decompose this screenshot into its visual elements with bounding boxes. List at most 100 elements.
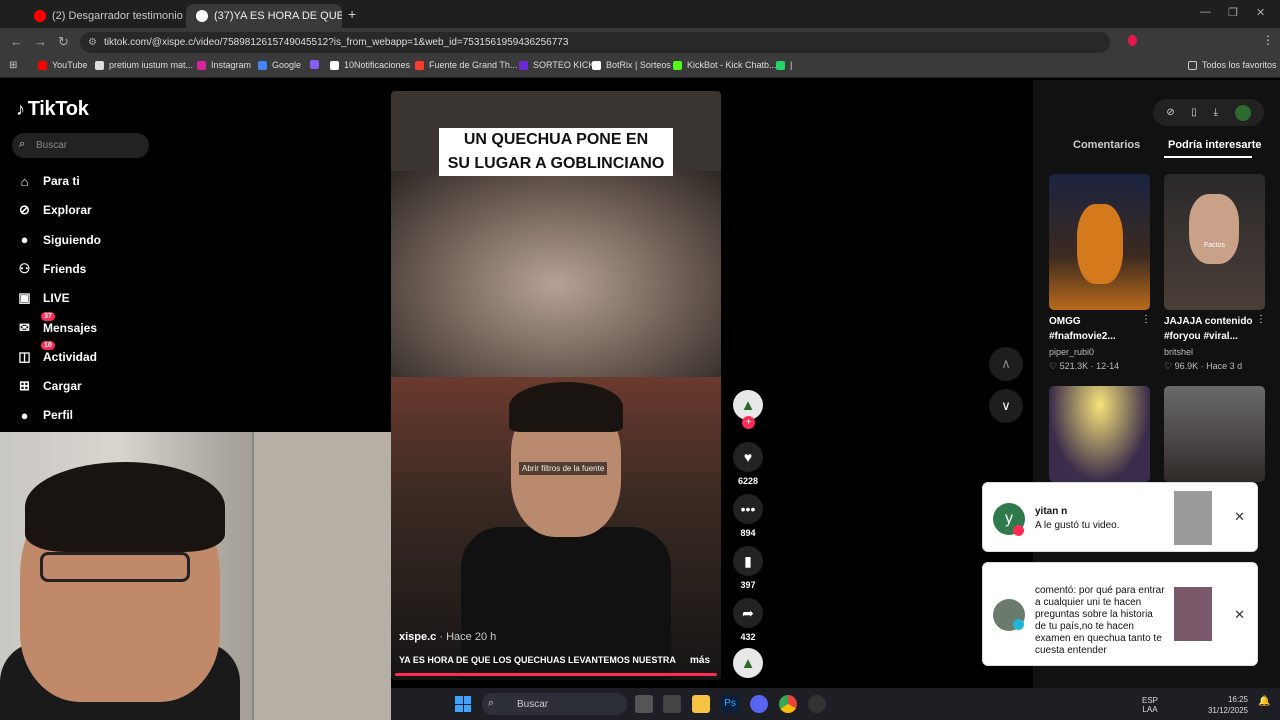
device-icon[interactable]: ▯ <box>1191 107 1197 118</box>
more-options-icon[interactable]: ⋮ <box>1141 314 1151 325</box>
bookmark-favicon-icon <box>330 60 339 70</box>
video-progress-bar[interactable] <box>395 673 717 676</box>
menu-icon[interactable]: ⋮ <box>1262 33 1274 47</box>
close-window-icon[interactable]: ✕ <box>1256 6 1265 19</box>
recommended-thumbnail-3[interactable] <box>1049 386 1150 482</box>
sound-avatar[interactable]: ▲ <box>733 648 763 678</box>
comment-icon: ••• <box>733 494 763 524</box>
comment-notification[interactable]: comentó: por qué para entrar a cualquier… <box>982 562 1258 666</box>
sidebar-item-mensajes[interactable]: ✉ 37 Mensajes <box>16 311 97 339</box>
user-avatar[interactable] <box>1234 104 1251 121</box>
bookmark-item[interactable]: Google <box>258 60 301 70</box>
recommended-user-2[interactable]: britshel <box>1164 347 1193 357</box>
bookmark-favicon-icon <box>776 60 785 70</box>
minimize-icon[interactable]: — <box>1200 6 1211 18</box>
close-icon[interactable]: ✕ <box>1234 607 1245 623</box>
messages-icon: ✉ <box>19 319 30 335</box>
sidebar-item-explorar[interactable]: ⊘ Explorar <box>16 199 92 221</box>
bookmark-item[interactable]: Fuente de Grand Th... <box>415 60 517 70</box>
taskbar-search[interactable]: ⌕ Buscar <box>482 693 627 715</box>
like-button[interactable]: ♥ 6228 <box>733 442 763 486</box>
sidebar-item-para-ti[interactable]: ⌂ Para ti <box>16 170 80 192</box>
recommended-thumbnail-4[interactable] <box>1164 386 1265 482</box>
bookmark-item[interactable]: | <box>776 60 792 70</box>
folder-icon <box>1188 60 1197 70</box>
notification-badge: 10 <box>41 340 55 350</box>
recommended-title-2[interactable]: JAJAJA contenido #foryou #viral... <box>1164 314 1253 344</box>
reload-icon[interactable]: ↻ <box>58 34 69 50</box>
follow-plus-icon[interactable]: + <box>742 416 755 429</box>
tiktok-logo[interactable]: ♪ TikTok <box>16 98 89 121</box>
bookmark-item[interactable]: YouTube <box>38 60 87 70</box>
tab-recommended[interactable]: Podría interesarte <box>1168 139 1262 151</box>
sidebar-item-cargar[interactable]: ⊞ Cargar <box>16 375 82 397</box>
download-icon[interactable]: ⤓ <box>1214 107 1218 118</box>
notification-bell-icon[interactable]: 🔔 <box>1258 696 1270 707</box>
bookmark-item[interactable]: BotRix | Sorteos <box>592 60 671 70</box>
search-icon: ⌕ <box>19 138 26 150</box>
sidebar-item-friends[interactable]: ⚇ Friends <box>16 258 87 280</box>
like-notification[interactable]: y yitan n A le gustó tu video. ✕ <box>982 482 1258 552</box>
browser-tab-youtube[interactable]: (2) Desgarrador testimonio de J ✕ <box>24 4 184 28</box>
bookmark-favicon-icon <box>258 60 267 70</box>
search-input[interactable]: ⌕ Buscar <box>12 133 149 158</box>
windows-start-icon[interactable] <box>455 696 471 712</box>
following-icon: ● <box>20 232 29 248</box>
video-author[interactable]: xispe.c · Hace 20 h <box>399 631 496 643</box>
home-icon: ⌂ <box>20 173 29 189</box>
photoshop-icon[interactable]: Ps <box>721 695 739 713</box>
sidebar-item-perfil[interactable]: ● Perfil <box>16 404 73 426</box>
creator-avatar[interactable]: ▲ + <box>733 390 763 429</box>
site-info-icon[interactable]: ⚙ <box>88 37 97 48</box>
bookmark-item[interactable]: KickBot - Kick Chatb... <box>673 60 777 70</box>
tab-comments[interactable]: Comentarios <box>1073 139 1140 151</box>
tab-title: (37)YA ES HORA DE QUE LOS Q <box>214 10 342 22</box>
bookmark-item[interactable]: SORTEO KICK <box>519 60 594 70</box>
obs-icon[interactable] <box>808 695 826 713</box>
language-indicator[interactable]: ESP LAA <box>1142 696 1158 714</box>
person-hair <box>509 382 623 432</box>
app-icon[interactable] <box>663 695 681 713</box>
video-player[interactable]: UN QUECHUA PONE EN SU LUGAR A GOBLINCIAN… <box>391 91 721 680</box>
bookmark-item[interactable]: 10Notificaciones <box>330 60 410 70</box>
save-button[interactable]: ▮ 397 <box>733 546 763 590</box>
more-link[interactable]: más <box>690 655 710 666</box>
upload-icon: ⊞ <box>19 378 30 394</box>
apps-icon[interactable]: ⊞ <box>9 60 17 71</box>
back-icon[interactable]: ← <box>10 34 23 49</box>
file-explorer-icon[interactable] <box>692 695 710 713</box>
forward-icon[interactable]: → <box>34 34 47 49</box>
bookmark-favicon-icon <box>415 60 424 70</box>
system-clock[interactable]: 16:25 31/12/2025 <box>1204 694 1248 716</box>
sidebar-item-live[interactable]: ▣ LIVE <box>16 287 69 309</box>
next-video-button[interactable]: ∨ <box>989 389 1023 423</box>
sidebar-item-actividad[interactable]: ◫ 10 Actividad <box>16 340 97 368</box>
sidebar-item-siguiendo[interactable]: ● Siguiendo <box>16 229 101 251</box>
compass-icon[interactable]: ⊘ <box>1166 107 1174 118</box>
browser-tab-tiktok[interactable]: (37)YA ES HORA DE QUE LOS Q ✕ <box>186 4 342 28</box>
all-bookmarks-folder[interactable]: Todos los favoritos <box>1188 60 1277 70</box>
chrome-icon[interactable] <box>779 695 797 713</box>
comment-button[interactable]: ••• 894 <box>733 494 763 538</box>
previous-video-button[interactable]: ∧ <box>989 347 1023 381</box>
new-tab-icon[interactable]: + <box>348 6 356 22</box>
more-options-icon[interactable]: ⋮ <box>1256 314 1266 325</box>
bookmark-item[interactable] <box>310 60 324 69</box>
bookmark-item[interactable]: pretium iustum mat... <box>95 60 193 70</box>
maximize-icon[interactable]: ❐ <box>1228 6 1238 19</box>
recommended-title-1[interactable]: OMGG #fnafmovie2... <box>1049 314 1116 344</box>
close-icon[interactable]: ✕ <box>1234 509 1245 525</box>
bookmark-item[interactable]: Instagram <box>197 60 251 70</box>
recommended-thumbnail-2[interactable]: Factos <box>1164 174 1265 310</box>
url-input[interactable]: ⚙ tiktok.com/@xispe.c/video/758981261574… <box>80 32 1110 53</box>
recommended-user-1[interactable]: piper_rubi0 <box>1049 347 1094 357</box>
extension-icon[interactable] <box>1128 35 1137 46</box>
task-view-icon[interactable] <box>635 695 653 713</box>
live-icon: ▣ <box>18 290 31 306</box>
search-icon: ⌕ <box>488 697 495 709</box>
bookmark-favicon-icon <box>38 60 47 70</box>
video-top-half <box>391 171 721 377</box>
recommended-thumbnail-1[interactable] <box>1049 174 1150 310</box>
discord-icon[interactable] <box>750 695 768 713</box>
share-button[interactable]: ➦ 432 <box>733 598 763 642</box>
